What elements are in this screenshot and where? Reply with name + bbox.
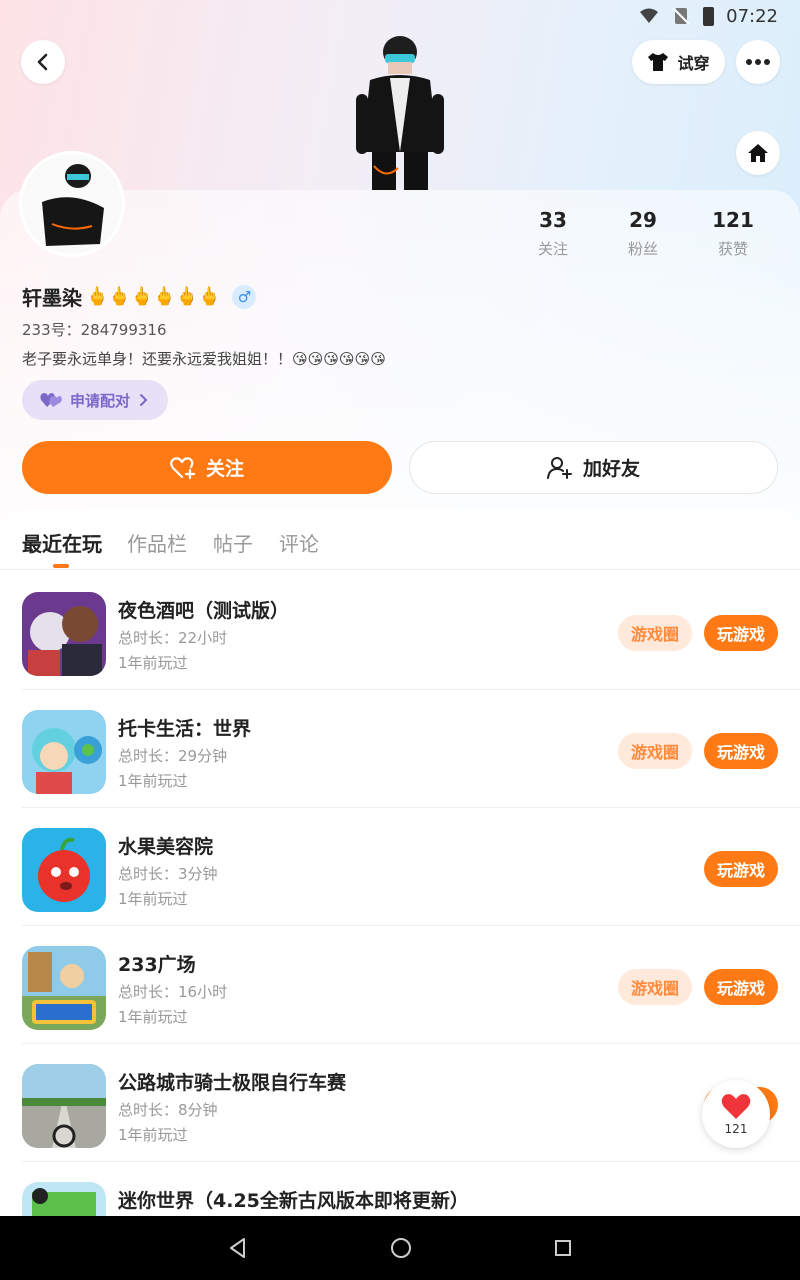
tab-works[interactable]: 作品栏: [127, 528, 187, 557]
tab-posts[interactable]: 帖子: [213, 528, 253, 557]
game-icon[interactable]: [22, 1064, 106, 1148]
stat-value: 33: [539, 208, 567, 232]
home-icon: [748, 144, 768, 162]
system-navigation-bar: [0, 1216, 800, 1280]
double-heart-icon: [40, 393, 62, 407]
play-game-button[interactable]: 玩游戏: [704, 733, 778, 769]
stat-label: 粉丝: [627, 240, 658, 258]
nav-home-icon[interactable]: [389, 1236, 413, 1260]
list-item[interactable]: 233广场 总时长：16小时 1年前玩过 游戏圈 玩游戏: [22, 926, 800, 1044]
profile-stats: 33 关注 29 粉丝 121 获赞: [508, 208, 778, 259]
list-item[interactable]: 公路城市骑士极限自行车赛 总时长：8分钟 1年前玩过 玩游戏: [22, 1044, 800, 1162]
status-time: 07:22: [726, 5, 778, 27]
status-bar: 07:22: [0, 0, 800, 32]
back-button[interactable]: [21, 40, 65, 84]
game-duration: 总时长：3分钟: [118, 865, 218, 883]
no-sim-icon: [672, 7, 690, 25]
heart-icon: [721, 1093, 751, 1119]
game-last-played: 1年前玩过: [118, 1008, 188, 1026]
avatar-image: [22, 154, 122, 254]
floating-like-button[interactable]: 121: [702, 1080, 770, 1148]
list-item[interactable]: 夜色酒吧（测试版） 总时长：22小时 1年前玩过 游戏圈 玩游戏: [22, 572, 800, 690]
game-name: 公路城市骑士极限自行车赛: [118, 1072, 347, 1094]
game-circle-button[interactable]: 游戏圈: [618, 969, 692, 1005]
follow-label: 关注: [205, 458, 244, 480]
stat-value: 121: [712, 208, 754, 232]
user-id: 233号：284799316: [22, 321, 167, 339]
game-name: 迷你世界（4.25全新古风版本即将更新）: [118, 1190, 469, 1212]
list-item[interactable]: 水果美容院 总时长：3分钟 1年前玩过 玩游戏: [22, 808, 800, 926]
battery-icon: [703, 6, 715, 26]
stat-label: 获赞: [717, 240, 748, 258]
tab-indicator: [53, 564, 69, 568]
chevron-right-icon: [140, 394, 148, 406]
stat-followers[interactable]: 29 粉丝: [598, 208, 688, 259]
username: 轩墨染: [22, 286, 82, 310]
avatar-character: [356, 36, 444, 190]
apply-pair-label: 申请配对: [70, 391, 131, 410]
game-duration: 总时长：29分钟: [118, 747, 228, 765]
male-icon: ♂: [232, 284, 257, 309]
home-button[interactable]: [736, 131, 780, 175]
more-button[interactable]: [736, 40, 780, 84]
game-icon[interactable]: [22, 592, 106, 676]
username-emoji: 🖕🖕🖕🖕🖕🖕: [86, 286, 221, 307]
game-last-played: 1年前玩过: [118, 890, 188, 908]
profile-tabs: 最近在玩 作品栏 帖子 评论: [0, 510, 800, 570]
game-last-played: 1年前玩过: [118, 654, 188, 672]
stat-following[interactable]: 33 关注: [508, 208, 598, 259]
add-friend-label: 加好友: [582, 458, 640, 480]
try-on-button[interactable]: 试穿: [632, 40, 725, 84]
game-duration: 总时长：8分钟: [118, 1101, 218, 1119]
game-name: 夜色酒吧（测试版）: [118, 600, 290, 622]
game-duration: 总时长：16小时: [118, 983, 228, 1001]
stat-likes[interactable]: 121 获赞: [688, 208, 778, 259]
game-name: 水果美容院: [118, 836, 214, 858]
game-name: 233广场: [118, 954, 196, 976]
apply-pair-button[interactable]: 申请配对: [22, 380, 168, 420]
game-last-played: 1年前玩过: [118, 772, 188, 790]
list-item[interactable]: 托卡生活：世界 总时长：29分钟 1年前玩过 游戏圈 玩游戏: [22, 690, 800, 808]
game-last-played: 1年前玩过: [118, 1126, 188, 1144]
user-bio: 老子要永远单身！还要永远爱我姐姐！！😘😘😘😘😘😘: [22, 350, 386, 368]
more-dots-icon: [746, 59, 770, 65]
game-icon[interactable]: [22, 946, 106, 1030]
add-friend-button[interactable]: 加好友: [409, 441, 778, 494]
like-count: 121: [724, 1121, 748, 1136]
stat-label: 关注: [537, 240, 568, 258]
tab-recent-played[interactable]: 最近在玩: [22, 528, 102, 557]
stat-value: 29: [629, 208, 657, 232]
game-list: 夜色酒吧（测试版） 总时长：22小时 1年前玩过 游戏圈 玩游戏 托卡生活：世界…: [0, 572, 800, 1280]
add-user-icon: [546, 456, 572, 479]
game-name: 托卡生活：世界: [118, 718, 252, 740]
nav-recents-icon[interactable]: [553, 1238, 573, 1258]
tshirt-icon: [648, 53, 669, 71]
tab-comments[interactable]: 评论: [279, 528, 319, 557]
game-circle-button[interactable]: 游戏圈: [618, 615, 692, 651]
play-game-button[interactable]: 玩游戏: [704, 615, 778, 651]
game-icon[interactable]: [22, 710, 106, 794]
play-game-button[interactable]: 玩游戏: [704, 851, 778, 887]
follow-button[interactable]: 关注: [22, 441, 392, 494]
wifi-icon: [640, 8, 659, 23]
play-game-button[interactable]: 玩游戏: [704, 969, 778, 1005]
game-circle-button[interactable]: 游戏圈: [618, 733, 692, 769]
try-on-label: 试穿: [677, 54, 710, 73]
username-row: 轩墨染 🖕🖕🖕🖕🖕🖕 ♂: [22, 282, 257, 311]
game-duration: 总时长：22小时: [118, 629, 228, 647]
game-icon[interactable]: [22, 828, 106, 912]
heart-plus-icon: [170, 456, 196, 479]
nav-back-icon[interactable]: [227, 1237, 249, 1259]
avatar[interactable]: [22, 154, 122, 254]
chevron-left-icon: [37, 53, 48, 71]
